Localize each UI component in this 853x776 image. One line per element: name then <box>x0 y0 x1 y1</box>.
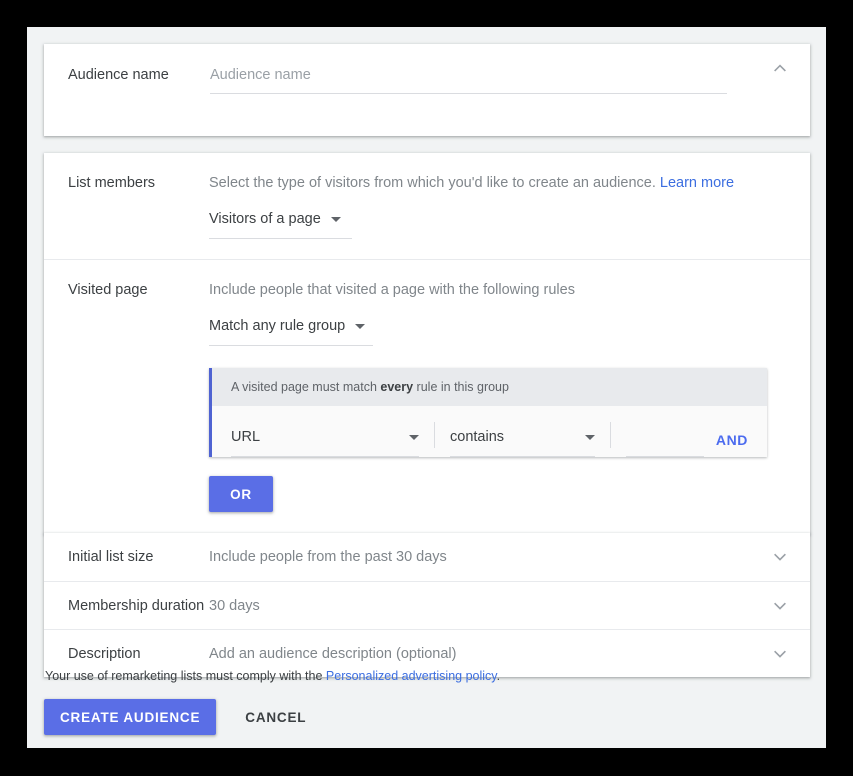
list-members-description: Select the type of visitors from which y… <box>209 173 810 193</box>
visited-page-description: Include people that visited a page with … <box>209 282 575 298</box>
rule-divider-1 <box>434 422 435 448</box>
rule-group-header: A visited page must match every rule in … <box>212 368 767 406</box>
chevron-down-icon <box>355 323 366 329</box>
rule-dimension-select[interactable]: URL <box>231 427 419 457</box>
visited-page-row: Visited page Include people that visited… <box>44 259 810 534</box>
description-value: Add an audience description (optional) <box>209 645 457 662</box>
membership-duration-value: 30 days <box>209 597 260 614</box>
list-members-label: List members <box>68 175 156 191</box>
audience-builder-page: Audience name List members <box>27 27 826 748</box>
list-members-body: Select the type of visitors from which y… <box>209 173 810 239</box>
rule-value-input[interactable] <box>626 427 704 447</box>
initial-list-size-value: Include people from the past 30 days <box>209 549 447 565</box>
footer-actions: CREATE AUDIENCE CANCEL <box>44 699 810 735</box>
collapsed-settings-card: Initial list size Include people from th… <box>44 533 810 677</box>
rule-operator-select[interactable]: contains <box>450 427 595 457</box>
chevron-down-icon[interactable] <box>770 644 790 664</box>
chevron-down-icon <box>585 434 595 440</box>
chevron-down-icon <box>409 434 419 440</box>
initial-list-size-row[interactable]: Initial list size Include people from th… <box>44 533 810 581</box>
or-button[interactable]: OR <box>209 476 273 512</box>
rule-value-field <box>626 427 704 457</box>
chevron-down-icon[interactable] <box>770 596 790 616</box>
match-type-select[interactable]: Match any rule group <box>209 316 373 346</box>
membership-duration-label: Membership duration <box>68 597 205 614</box>
rule-operator-value: contains <box>450 429 505 445</box>
visited-page-label: Visited page <box>68 282 148 298</box>
screenshot-viewport: Audience name List members <box>0 0 853 776</box>
chevron-down-icon[interactable] <box>770 547 790 567</box>
rule-divider-2 <box>610 422 611 448</box>
list-members-select-value: Visitors of a page <box>209 211 321 227</box>
rule-group-header-emphasis: every <box>380 380 414 394</box>
list-members-row: List members Select the type of visitors… <box>44 153 810 259</box>
audience-name-input[interactable] <box>210 65 727 94</box>
policy-notice: Your use of remarketing lists must compl… <box>44 668 810 684</box>
chevron-down-icon <box>330 216 341 222</box>
audience-name-label: Audience name <box>68 67 169 83</box>
rule-group-header-prefix: A visited page must match <box>231 380 381 394</box>
footer: Your use of remarketing lists must compl… <box>44 668 810 735</box>
rule-group-header-suffix: rule in this group <box>413 380 509 394</box>
create-audience-button[interactable]: CREATE AUDIENCE <box>44 699 217 735</box>
policy-notice-suffix: . <box>496 669 501 683</box>
audience-name-input-wrap <box>210 65 727 94</box>
match-type-select-value: Match any rule group <box>209 318 346 334</box>
audience-name-row: Audience name <box>44 44 810 136</box>
list-members-description-text: Select the type of visitors from which y… <box>209 175 656 191</box>
rule-row: URL contains AND <box>212 406 767 457</box>
personalized-advertising-policy-link[interactable]: Personalized advertising policy <box>326 669 497 683</box>
description-label: Description <box>68 645 141 662</box>
visited-page-body: Include people that visited a page with … <box>209 280 810 512</box>
cancel-button[interactable]: CANCEL <box>237 699 314 735</box>
chevron-up-icon[interactable] <box>770 58 790 78</box>
audience-name-body <box>209 65 810 94</box>
rules-card: List members Select the type of visitors… <box>44 153 810 534</box>
learn-more-link[interactable]: Learn more <box>660 175 734 191</box>
rule-group: A visited page must match every rule in … <box>209 368 767 457</box>
and-button[interactable]: AND <box>716 432 748 448</box>
initial-list-size-label: Initial list size <box>68 549 154 565</box>
list-members-select[interactable]: Visitors of a page <box>209 209 352 239</box>
membership-duration-row[interactable]: Membership duration 30 days <box>44 581 810 629</box>
rule-dimension-value: URL <box>231 429 261 445</box>
audience-name-card: Audience name <box>44 44 810 136</box>
policy-notice-prefix: Your use of remarketing lists must compl… <box>45 669 326 683</box>
